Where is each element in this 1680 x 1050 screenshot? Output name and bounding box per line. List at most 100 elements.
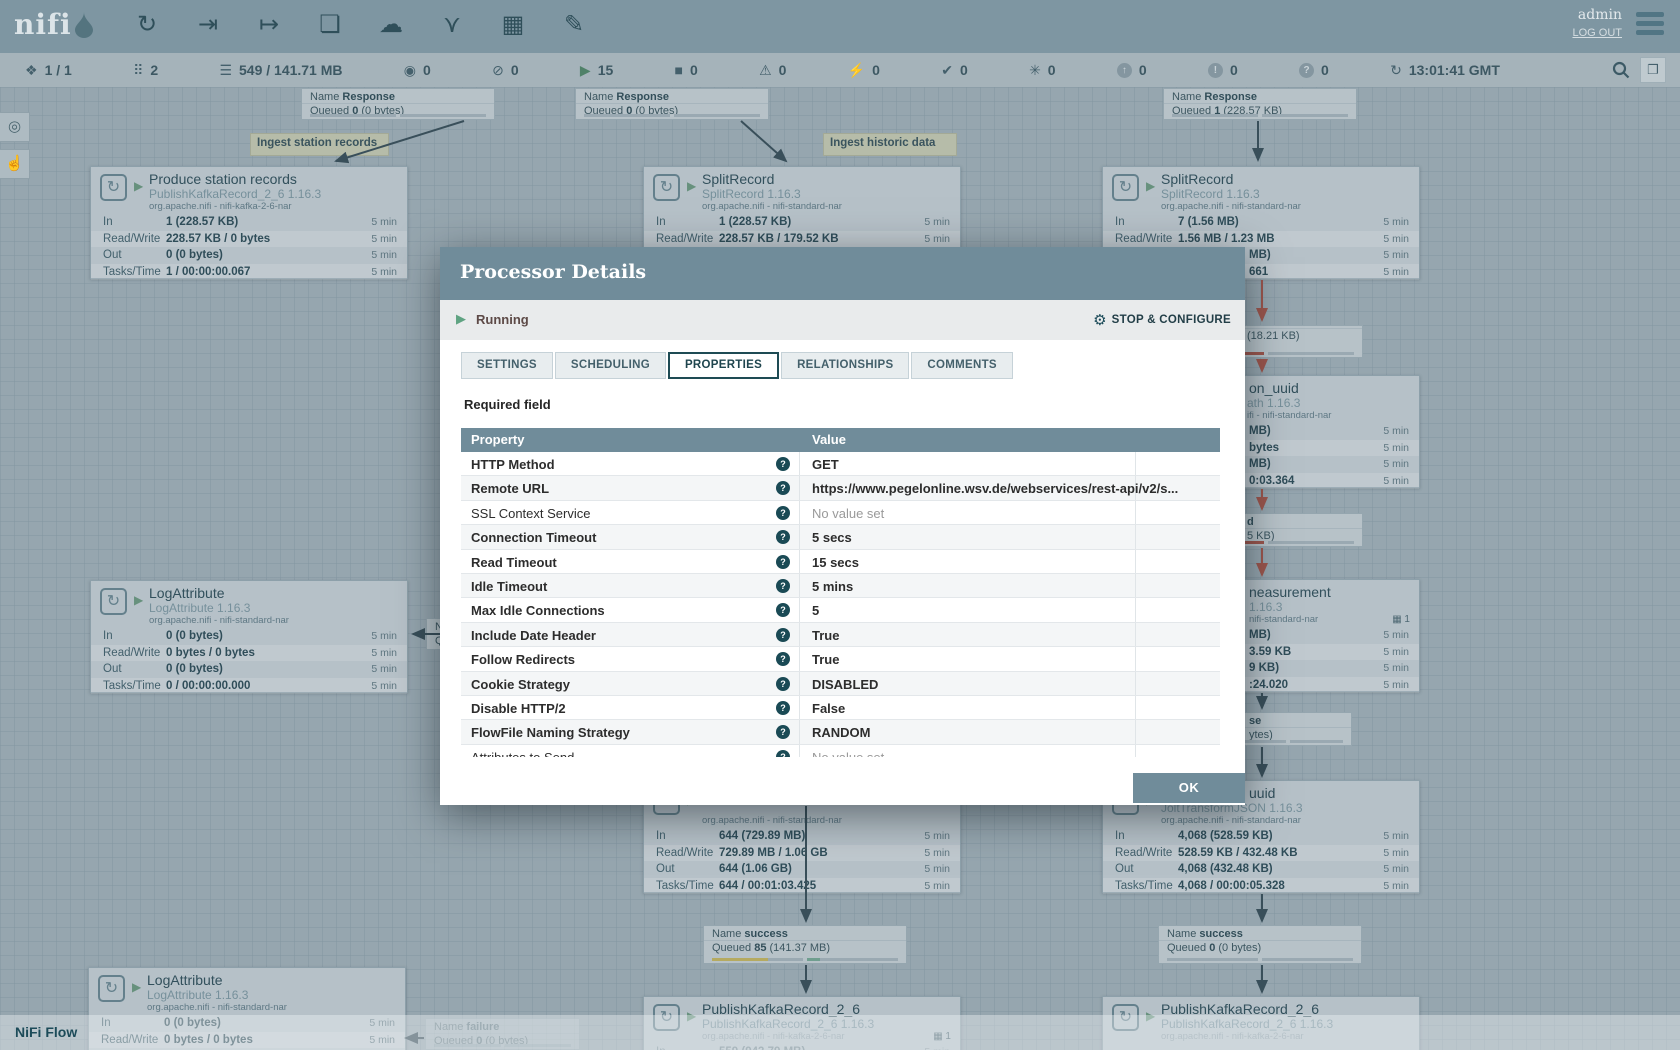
ok-button[interactable]: OK [1133, 773, 1245, 803]
status-value: 0 [511, 62, 519, 78]
property-value-cell[interactable]: False [800, 696, 1136, 719]
property-name: Attributes to Send [471, 750, 574, 757]
help-icon[interactable]: ? [776, 677, 790, 691]
connection-label-response-2[interactable]: Name ResponseQueued 0 (0 bytes) [575, 88, 769, 120]
connection-label-success-mid[interactable]: Name successQueued 85 (141.37 MB) [703, 925, 907, 964]
hide-palette-toggle-icon[interactable]: ❐ [1640, 57, 1666, 83]
connection-label-response-1[interactable]: Name ResponseQueued 0 (0 bytes) [301, 88, 495, 120]
property-name-cell: SSL Context Service? [461, 501, 800, 524]
property-value-cell[interactable]: https://www.pegelonline.wsv.de/webservic… [800, 476, 1136, 499]
property-name-cell: Follow Redirects? [461, 647, 800, 670]
processor-bundle: ifi - nifi-standard-nar [1247, 410, 1331, 421]
stat-label: Read/Write [103, 231, 160, 248]
dialog-title: Processor Details [460, 261, 646, 283]
stat-label: Tasks/Time [103, 264, 161, 281]
stale-status: ↑0 [1117, 62, 1147, 78]
help-icon[interactable]: ? [776, 652, 790, 666]
help-icon[interactable]: ? [776, 628, 790, 642]
help-icon[interactable]: ? [776, 457, 790, 471]
connection-label-clipped-label[interactable]: NameQueued [426, 618, 441, 650]
label-icon[interactable]: ✎ [557, 6, 591, 44]
stat-value: 661 [1249, 264, 1268, 281]
status-bar: ❖1 / 1⠿2☰549 / 141.71 MB◉0⊘0▶15■0⚠0⚡0✔0✳… [0, 53, 1680, 87]
property-value-cell[interactable]: No value set [800, 745, 1136, 757]
remote-process-group-icon[interactable]: ☁ [374, 6, 408, 44]
processor-produce-station-records[interactable]: ↻▶Produce station recordsPublishKafkaRec… [90, 166, 408, 279]
tab-settings[interactable]: SETTINGS [461, 352, 553, 379]
property-row: FlowFile Naming Strategy?RANDOM [461, 720, 1220, 744]
connection-label-success-right[interactable]: Name successQueued 0 (0 bytes) [1158, 925, 1362, 964]
help-icon[interactable]: ? [776, 481, 790, 495]
funnel-icon[interactable]: ⋎ [435, 6, 469, 44]
processor-type: 1.16.3 [1249, 600, 1282, 614]
stat-period: 5 min [371, 645, 397, 662]
stat-label: In [1115, 214, 1125, 231]
search-icon[interactable] [1612, 61, 1630, 79]
property-value-cell[interactable]: 15 secs [800, 550, 1136, 573]
help-icon[interactable]: ? [776, 530, 790, 544]
property-value-cell[interactable]: True [800, 647, 1136, 670]
process-group-icon[interactable]: ❏ [313, 6, 347, 44]
stat-period: 5 min [924, 828, 950, 845]
property-value-cell[interactable]: GET [800, 452, 1136, 475]
stat-period: 5 min [371, 678, 397, 695]
breadcrumb[interactable]: NiFi Flow [15, 1024, 77, 1040]
property-name-cell: Read Timeout? [461, 550, 800, 573]
status-value: 13:01:41 GMT [1409, 62, 1500, 78]
help-icon[interactable]: ? [776, 750, 790, 757]
input-port-icon[interactable]: ⇥ [191, 6, 225, 44]
property-value-cell[interactable]: DISABLED [800, 672, 1136, 695]
property-value-cell[interactable]: 5 secs [800, 525, 1136, 548]
processor-title: SplitRecord [702, 171, 774, 187]
help-icon[interactable]: ? [776, 506, 790, 520]
help-icon[interactable]: ? [776, 603, 790, 617]
processor-log-attribute-mid[interactable]: ↻▶LogAttributeLogAttribute 1.16.3org.apa… [90, 580, 408, 693]
property-value-cell[interactable]: No value set [800, 501, 1136, 524]
template-icon[interactable]: ▦ [496, 6, 530, 44]
tab-properties[interactable]: PROPERTIES [668, 352, 779, 379]
backpressure-bars [1172, 114, 1348, 117]
stat-label: Read/Write [1115, 845, 1172, 862]
required-field-note: Required field [464, 397, 551, 412]
output-port-icon[interactable]: ↦ [252, 6, 286, 44]
property-value-cell[interactable]: 5 [800, 598, 1136, 621]
navigate-palette-icon[interactable]: ◎ [0, 112, 30, 142]
stop-configure-button[interactable]: ⚙STOP & CONFIGURE [1093, 311, 1231, 329]
property-value-cell[interactable]: True [800, 623, 1136, 646]
processor-icon[interactable]: ↻ [130, 6, 164, 44]
logout-link[interactable]: LOG OUT [1572, 27, 1622, 39]
help-icon[interactable]: ? [776, 555, 790, 569]
stat-value: 1 / 00:00:00.067 [166, 264, 250, 281]
label-ingest-station-records[interactable]: Ingest station records [250, 133, 389, 156]
transmitting-icon: ◉ [404, 62, 416, 79]
processor-title: uuid [1249, 785, 1275, 801]
property-row: SSL Context Service?No value set [461, 501, 1220, 525]
property-value: False [812, 701, 845, 716]
property-name: Disable HTTP/2 [471, 701, 566, 716]
operate-palette-icon[interactable]: ☝ [0, 149, 30, 179]
help-icon[interactable]: ? [776, 579, 790, 593]
property-value-cell[interactable]: RANDOM [800, 720, 1136, 743]
invalid-status: ⚠0 [759, 62, 786, 79]
label-ingest-historic-data[interactable]: Ingest historic data [823, 133, 957, 156]
status-value: 15 [598, 62, 614, 78]
stat-value: MB) [1249, 247, 1271, 264]
connection-path[interactable] [741, 121, 786, 161]
help-icon[interactable]: ? [776, 725, 790, 739]
stat-period: 5 min [1383, 456, 1409, 473]
property-value: https://www.pegelonline.wsv.de/webservic… [812, 481, 1178, 496]
tab-relationships[interactable]: RELATIONSHIPS [781, 352, 909, 379]
tab-comments[interactable]: COMMENTS [911, 352, 1012, 379]
help-icon[interactable]: ? [776, 701, 790, 715]
stat-period: 5 min [924, 878, 950, 895]
tab-scheduling[interactable]: SCHEDULING [555, 352, 666, 379]
global-menu-icon[interactable] [1636, 12, 1664, 39]
connection-name-row: Name success [1159, 926, 1361, 940]
backpressure-bars [1167, 958, 1353, 961]
property-value-cell[interactable]: 5 mins [800, 574, 1136, 597]
status-value: 0 [779, 62, 787, 78]
backpressure-size-bar [1262, 114, 1348, 117]
stat-value: 4,068 / 00:00:05.328 [1178, 878, 1285, 895]
processor-bundle: org.apache.nifi - nifi-standard-nar [702, 201, 842, 212]
connection-label-response-3[interactable]: Name ResponseQueued 1 (228.57 KB) [1163, 88, 1357, 120]
